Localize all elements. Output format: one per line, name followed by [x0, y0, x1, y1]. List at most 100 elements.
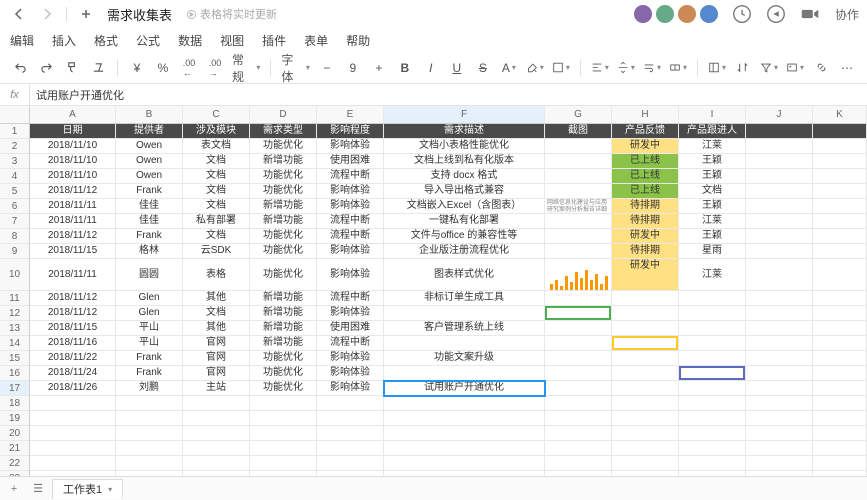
header-cell[interactable]: 产品跟进人 — [679, 124, 746, 139]
cell[interactable] — [384, 456, 545, 471]
cell[interactable]: 2018/11/24 — [30, 366, 116, 381]
cell[interactable]: 文档小表格性能优化 — [384, 139, 545, 154]
cell[interactable] — [813, 441, 867, 456]
cell[interactable] — [183, 426, 250, 441]
cell[interactable] — [746, 244, 813, 259]
cell[interactable] — [183, 441, 250, 456]
cell[interactable]: 新增功能 — [250, 336, 317, 351]
cell[interactable]: 使用困难 — [317, 154, 384, 169]
cell[interactable] — [746, 154, 813, 169]
cell[interactable] — [545, 259, 612, 291]
cell[interactable] — [746, 351, 813, 366]
cell[interactable] — [813, 291, 867, 306]
cell[interactable]: 使用困难 — [317, 321, 384, 336]
row-header[interactable]: 18 — [0, 396, 29, 411]
cell[interactable] — [612, 471, 679, 476]
cell[interactable]: 功能优化 — [250, 351, 317, 366]
merge-button[interactable]: ▾ — [666, 56, 690, 80]
cell[interactable]: 待排期 — [612, 199, 679, 214]
cell[interactable]: 其他 — [183, 291, 250, 306]
cell[interactable] — [612, 291, 679, 306]
collaborate-button[interactable]: 协作 — [835, 6, 859, 23]
filter-button[interactable]: ▾ — [757, 56, 781, 80]
cell[interactable]: 2018/11/10 — [30, 139, 116, 154]
cell[interactable]: 影响体验 — [317, 184, 384, 199]
italic-button[interactable]: I — [419, 56, 443, 80]
redo-button[interactable] — [34, 56, 58, 80]
column-header[interactable]: H — [612, 106, 679, 123]
cell[interactable] — [679, 381, 746, 396]
clear-format-button[interactable] — [86, 56, 110, 80]
cell[interactable]: 云SDK — [183, 244, 250, 259]
cell[interactable]: 文档 — [183, 184, 250, 199]
row-header[interactable]: 9 — [0, 244, 29, 259]
cell[interactable] — [612, 396, 679, 411]
column-header[interactable]: K — [813, 106, 867, 123]
cell[interactable] — [679, 306, 746, 321]
cell[interactable] — [545, 351, 612, 366]
cell[interactable]: 影响体验 — [317, 366, 384, 381]
cell[interactable] — [545, 381, 612, 396]
column-header[interactable]: D — [250, 106, 317, 123]
row-header[interactable]: 23 — [0, 471, 29, 476]
cell[interactable]: 2018/11/12 — [30, 306, 116, 321]
cell[interactable] — [679, 351, 746, 366]
cell[interactable] — [679, 456, 746, 471]
cell[interactable]: 江莱 — [679, 214, 746, 229]
cell[interactable]: 影响体验 — [317, 259, 384, 291]
row-header[interactable]: 19 — [0, 411, 29, 426]
cell[interactable]: 新增功能 — [250, 214, 317, 229]
menu-item[interactable]: 数据 — [178, 32, 202, 49]
strike-button[interactable]: S — [471, 56, 495, 80]
cell[interactable] — [545, 154, 612, 169]
cell[interactable] — [746, 214, 813, 229]
decimal-more-button[interactable]: .00→ — [203, 56, 227, 80]
cell[interactable] — [116, 441, 183, 456]
cell[interactable] — [30, 471, 116, 476]
cell[interactable] — [813, 396, 867, 411]
menu-item[interactable]: 格式 — [94, 32, 118, 49]
cell[interactable] — [30, 441, 116, 456]
cell[interactable]: 2018/11/26 — [30, 381, 116, 396]
cell[interactable] — [746, 184, 813, 199]
cell[interactable] — [545, 291, 612, 306]
cell[interactable] — [250, 426, 317, 441]
cell[interactable] — [545, 426, 612, 441]
cell[interactable] — [612, 366, 679, 381]
row-header[interactable]: 10 — [0, 259, 29, 291]
collaborator-avatar[interactable] — [633, 4, 653, 24]
row-header[interactable]: 6 — [0, 199, 29, 214]
cell[interactable]: Owen — [116, 169, 183, 184]
fill-color-button[interactable]: ▾ — [523, 56, 547, 80]
cell[interactable]: 新增功能 — [250, 199, 317, 214]
cell[interactable] — [545, 306, 612, 321]
cell[interactable] — [612, 381, 679, 396]
row-header[interactable]: 1 — [0, 124, 29, 139]
cell[interactable] — [679, 366, 746, 381]
header-cell[interactable]: 截图 — [545, 124, 612, 139]
cell[interactable]: 文件与office 的兼容性等 — [384, 229, 545, 244]
cell[interactable] — [317, 396, 384, 411]
cell[interactable] — [317, 471, 384, 476]
column-header[interactable]: F — [384, 106, 545, 123]
menu-item[interactable]: 编辑 — [10, 32, 34, 49]
row-header[interactable]: 11 — [0, 291, 29, 306]
cell[interactable]: 其他 — [183, 321, 250, 336]
cell[interactable]: 功能优化 — [250, 229, 317, 244]
cell[interactable] — [746, 396, 813, 411]
cell[interactable]: 功能优化 — [250, 366, 317, 381]
row-header[interactable]: 20 — [0, 426, 29, 441]
cell[interactable] — [746, 366, 813, 381]
cell[interactable]: 王颖 — [679, 154, 746, 169]
cell[interactable] — [746, 199, 813, 214]
cell[interactable]: Frank — [116, 229, 183, 244]
cell[interactable]: 王颖 — [679, 229, 746, 244]
cell[interactable] — [183, 411, 250, 426]
cell[interactable]: 表文档 — [183, 139, 250, 154]
cell[interactable] — [30, 411, 116, 426]
cell[interactable] — [746, 471, 813, 476]
cell[interactable] — [545, 396, 612, 411]
row-header[interactable]: 15 — [0, 351, 29, 366]
cell[interactable]: 2018/11/11 — [30, 199, 116, 214]
header-cell[interactable]: 需求类型 — [250, 124, 317, 139]
